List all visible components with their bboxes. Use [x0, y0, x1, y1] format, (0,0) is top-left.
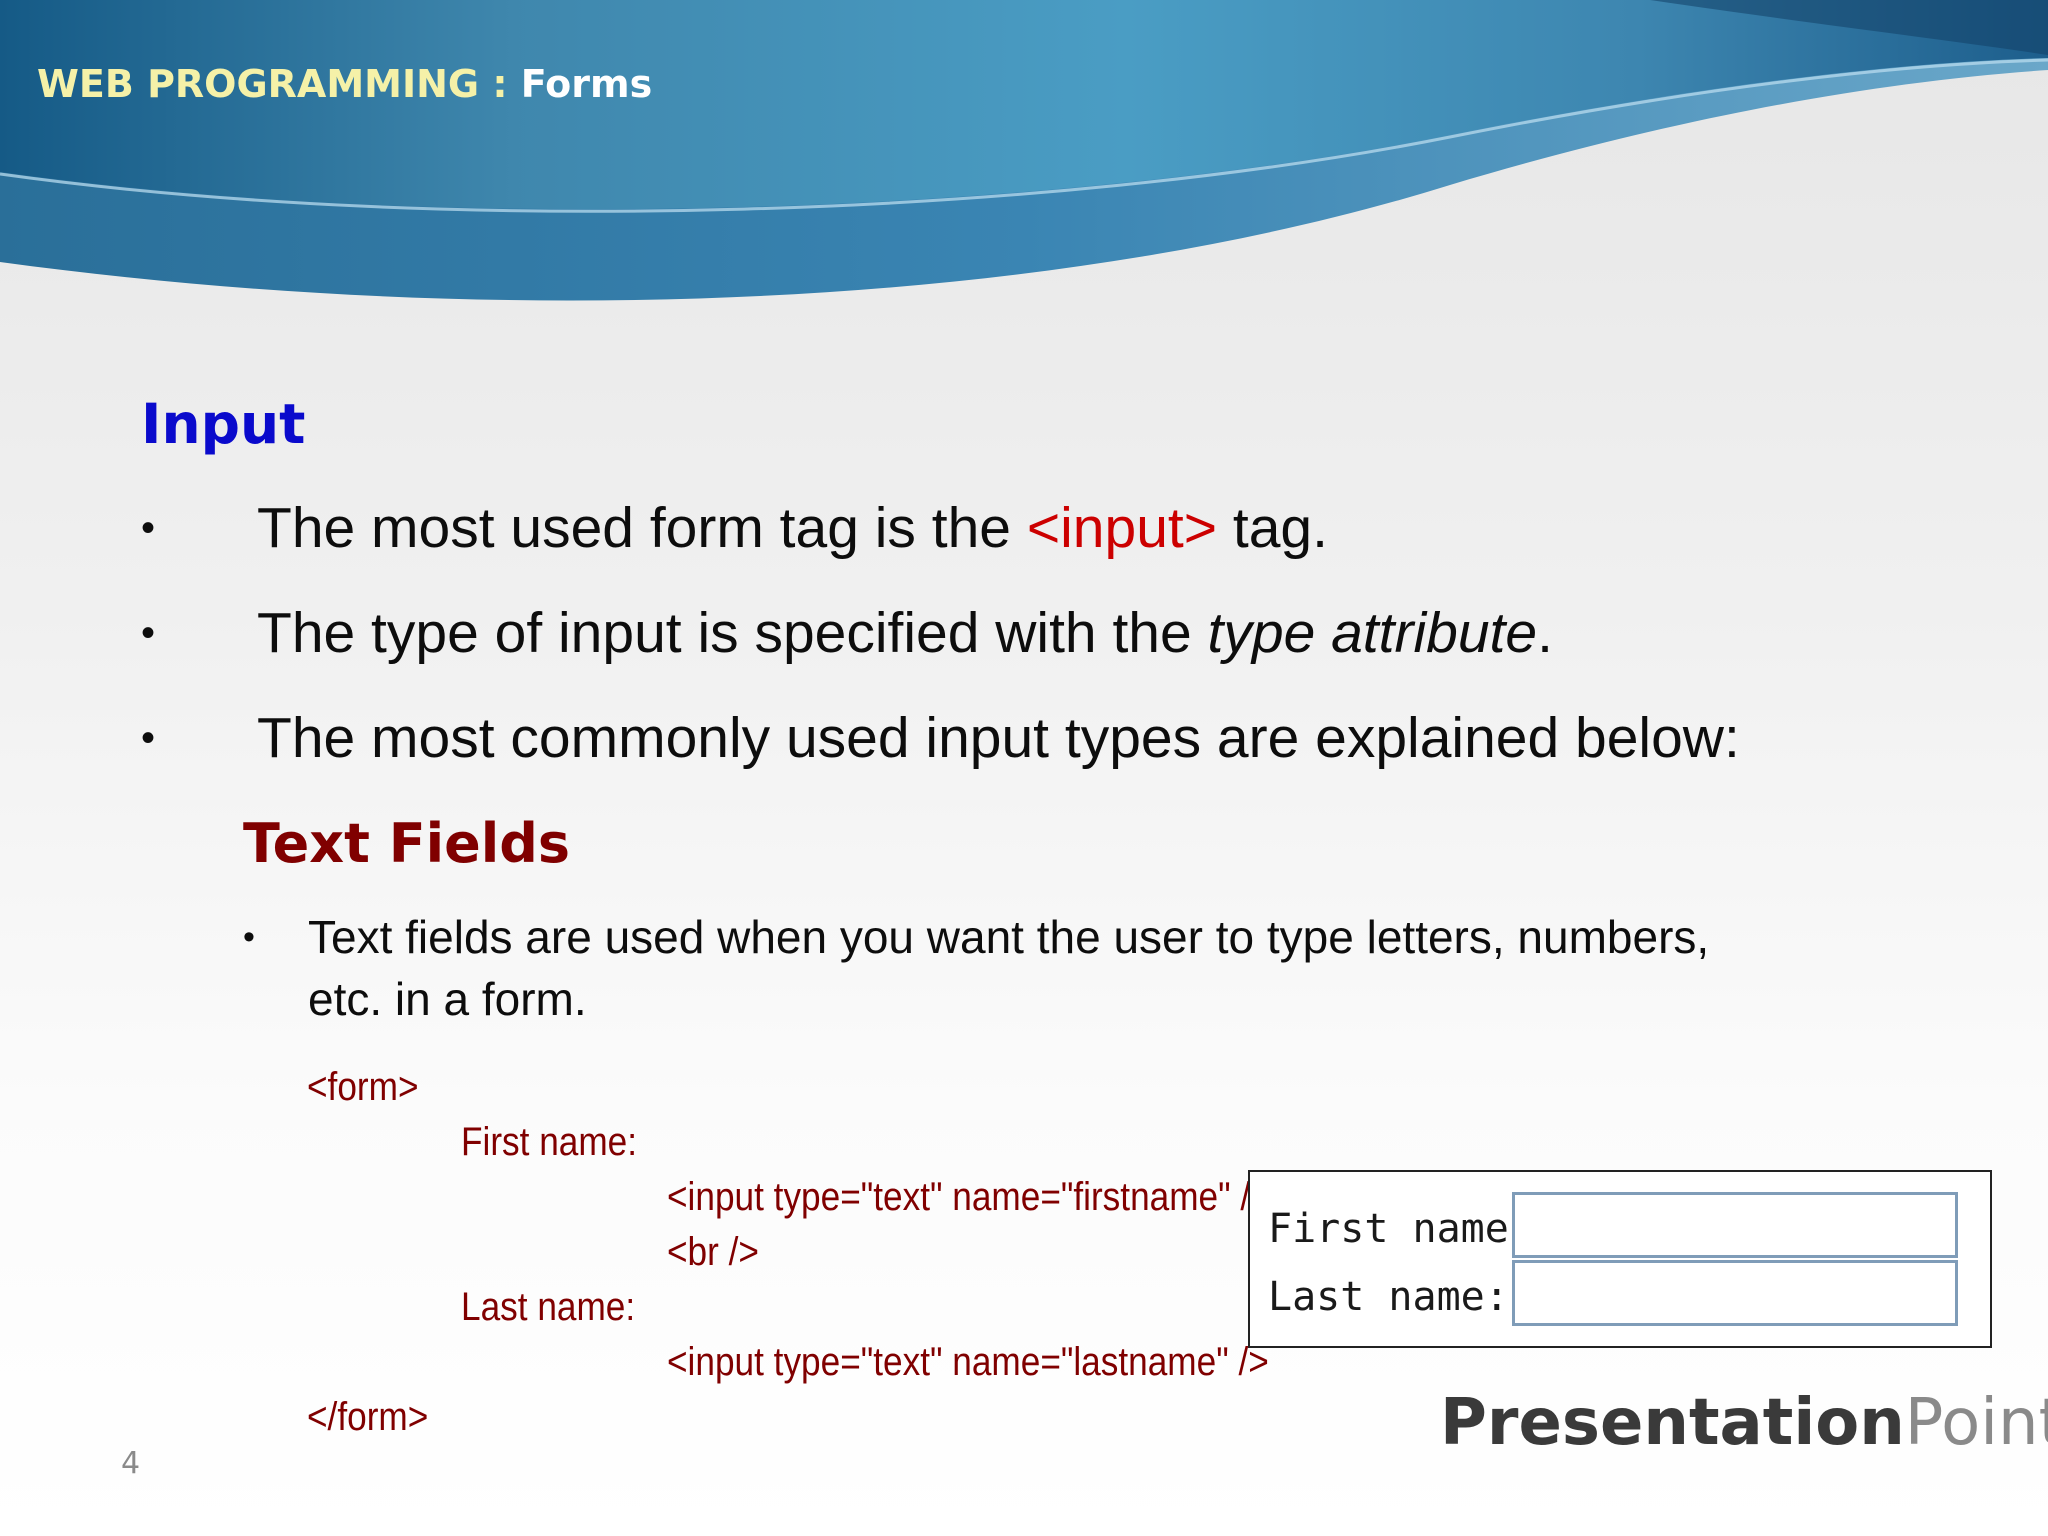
first-name-field[interactable]: [1512, 1192, 1958, 1258]
bullet-text: The most used form tag is the <input> ta…: [257, 488, 1328, 568]
slide-header-title: WEB PROGRAMMING : Forms: [37, 62, 652, 106]
bullet-dot: •: [141, 716, 156, 760]
header-banner: [0, 0, 2048, 301]
sub-bullet-line: Text fields are used when you want the u…: [308, 911, 1710, 963]
code-input-first: <input type="text" name="firstname" />: [667, 1175, 1271, 1219]
bullet-text-part: tag.: [1217, 496, 1328, 560]
slide: WEB PROGRAMMING : Forms Input • The most…: [0, 0, 2048, 1536]
bullet-text-part: .: [1537, 601, 1553, 665]
code-first-label: First name:: [461, 1120, 638, 1164]
subsection-heading: Text Fields: [243, 812, 571, 875]
last-name-label: Last name:: [1268, 1274, 1509, 1320]
first-name-label: First name:: [1268, 1206, 1533, 1252]
presentationpoint-logo: PresentationPoint: [1440, 1383, 2048, 1463]
bullet-text: The type of input is specified with the …: [257, 593, 1553, 673]
topic-name: Forms: [520, 62, 653, 106]
bullet-text-part: The type of input is specified with the: [257, 601, 1208, 665]
code-input-last: <input type="text" name="lastname" />: [667, 1340, 1269, 1384]
bullet-text-part: The most used form tag is the: [257, 496, 1027, 560]
bullet-text: The most commonly used input types are e…: [257, 706, 1740, 770]
sub-bullet-text: Text fields are used when you want the u…: [308, 906, 1908, 1030]
section-heading: Input: [141, 392, 306, 456]
form-preview: First name: Last name:: [1248, 1170, 1992, 1348]
bullet-dot: •: [141, 611, 156, 655]
code-form-open: <form>: [307, 1065, 419, 1109]
input-tag-highlight: <input>: [1026, 496, 1218, 560]
code-br: <br />: [667, 1230, 759, 1274]
type-attribute-emphasis: type attribute: [1207, 601, 1538, 665]
page-number: 4: [121, 1446, 141, 1481]
logo-text-bold: Presentation: [1440, 1386, 1905, 1460]
code-last-label: Last name:: [461, 1285, 636, 1329]
course-name: WEB PROGRAMMING: [37, 62, 480, 106]
code-form-close: </form>: [307, 1395, 429, 1439]
bullet-dot: •: [141, 506, 156, 550]
logo-text-light: Point: [1904, 1386, 2048, 1460]
last-name-field[interactable]: [1512, 1260, 1958, 1326]
title-separator: :: [479, 62, 521, 106]
sub-bullet-line: etc. in a form.: [308, 973, 587, 1025]
bullet-dot: •: [243, 918, 255, 956]
